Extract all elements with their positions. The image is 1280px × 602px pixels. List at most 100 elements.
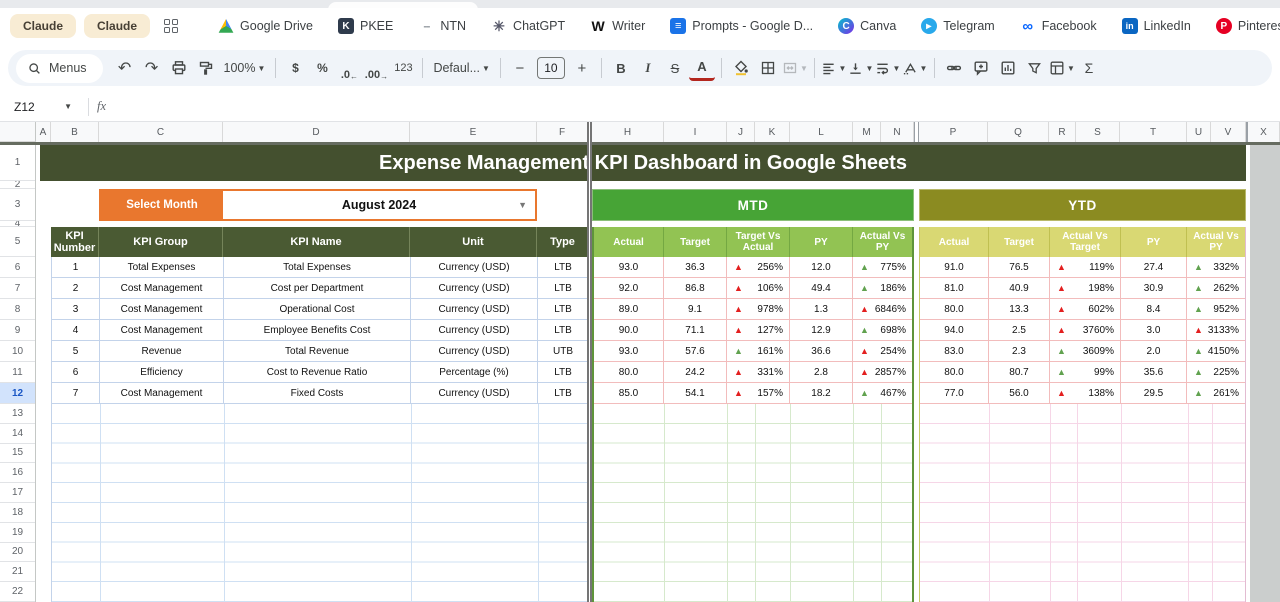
ytd-actual-vs-py-cell[interactable]: ▲ 262% [1187,278,1245,299]
ytd-header-cell[interactable]: Target [989,227,1050,257]
kpi-group-cell[interactable]: Efficiency [100,362,224,383]
kpi-number-cell[interactable]: 3 [52,299,100,320]
row-header[interactable]: 9 [0,320,35,341]
ytd-actual-vs-py-cell[interactable]: ▲ 952% [1187,299,1245,320]
bookmark[interactable]: PKEE [338,18,393,34]
ytd-actual-vs-py-cell[interactable]: ▲ 3133% [1187,320,1245,341]
mtd-target-vs-actual-cell[interactable]: ▲ 106% [727,278,790,299]
name-box[interactable]: Z12 ▼ [0,100,78,114]
mtd-actual-vs-py-cell[interactable]: ▲ 254% [853,341,912,362]
ytd-target-cell[interactable]: 76.5 [989,257,1050,278]
zoom-control[interactable]: 100%▼ [220,55,270,81]
row-header[interactable]: 19 [0,523,35,543]
mtd-target-vs-actual-cell[interactable]: ▲ 157% [727,383,790,404]
mtd-actual-vs-py-cell[interactable]: ▲ 2857% [853,362,912,383]
row-header[interactable]: 14 [0,424,35,444]
ytd-actual-cell[interactable]: 94.0 [920,320,989,341]
table-views-button[interactable]: ▼ [1049,55,1075,81]
tab-group-chip[interactable]: Claude [10,14,76,38]
kpi-unit-cell[interactable]: Currency (USD) [411,383,538,404]
mtd-target-vs-actual-cell[interactable]: ▲ 161% [727,341,790,362]
ytd-actual-vs-target-cell[interactable]: ▲ 3760% [1050,320,1121,341]
column-header[interactable]: S [1076,122,1120,142]
mtd-target-cell[interactable]: 24.2 [664,362,727,383]
row-header[interactable]: 22 [0,582,35,602]
tab-group-chip[interactable]: Claude [84,14,150,38]
mtd-target-cell[interactable]: 57.6 [664,341,727,362]
column-header[interactable]: T [1120,122,1187,142]
row-header[interactable]: 17 [0,483,35,503]
insert-chart-button[interactable] [995,55,1021,81]
kpi-unit-cell[interactable]: Currency (USD) [411,299,538,320]
ytd-py-cell[interactable]: 3.0 [1121,320,1187,341]
kpi-unit-cell[interactable]: Currency (USD) [411,257,538,278]
kpi-unit-cell[interactable]: Percentage (%) [411,362,538,383]
kpi-number-cell[interactable]: 7 [52,383,100,404]
column-header[interactable]: A [36,122,51,142]
ytd-py-cell[interactable]: 29.5 [1121,383,1187,404]
mtd-target-cell[interactable]: 54.1 [664,383,727,404]
row-header[interactable]: 18 [0,503,35,523]
ytd-target-cell[interactable]: 40.9 [989,278,1050,299]
ytd-target-cell[interactable]: 80.7 [989,362,1050,383]
kpi-header-cell[interactable]: KPI Group [99,227,223,257]
column-header[interactable]: Q [988,122,1049,142]
column-header[interactable]: B [51,122,99,142]
ytd-actual-cell[interactable]: 83.0 [920,341,989,362]
mtd-actual-cell[interactable]: 80.0 [594,362,664,383]
kpi-group-cell[interactable]: Cost Management [100,299,224,320]
mtd-py-cell[interactable]: 49.4 [790,278,853,299]
kpi-name-cell[interactable]: Cost per Department [224,278,411,299]
row-header[interactable]: 20 [0,543,35,563]
create-filter-button[interactable] [1022,55,1048,81]
kpi-name-cell[interactable]: Operational Cost [224,299,411,320]
horizontal-align-button[interactable]: ▼ [821,55,847,81]
bookmark[interactable]: LinkedIn [1122,18,1191,34]
bookmark[interactable]: Pinterest [1216,18,1280,34]
kpi-number-cell[interactable]: 2 [52,278,100,299]
mtd-target-vs-actual-cell[interactable]: ▲ 256% [727,257,790,278]
ytd-actual-cell[interactable]: 80.0 [920,299,989,320]
kpi-group-cell[interactable]: Cost Management [100,278,224,299]
select-all-corner[interactable] [0,122,36,142]
empty-grid-rows[interactable] [594,404,912,602]
mtd-actual-vs-py-cell[interactable]: ▲ 186% [853,278,912,299]
kpi-number-cell[interactable]: 1 [52,257,100,278]
text-wrap-button[interactable]: ▼ [875,55,901,81]
kpi-number-cell[interactable]: 6 [52,362,100,383]
font-size-input[interactable]: 10 [537,57,565,79]
mtd-target-vs-actual-cell[interactable]: ▲ 331% [727,362,790,383]
bookmark[interactable]: NTN [418,18,466,34]
ytd-py-cell[interactable]: 30.9 [1121,278,1187,299]
kpi-name-cell[interactable]: Total Revenue [224,341,411,362]
kpi-type-cell[interactable]: LTB [538,299,589,320]
row-header[interactable]: 13 [0,404,35,424]
kpi-group-cell[interactable]: Cost Management [100,383,224,404]
bookmark[interactable]: Telegram [921,18,994,34]
column-header[interactable]: N [881,122,914,142]
kpi-group-cell[interactable]: Revenue [100,341,224,362]
fill-color-button[interactable] [728,55,754,81]
ytd-header-cell[interactable]: PY [1121,227,1187,257]
mtd-target-vs-actual-cell[interactable]: ▲ 978% [727,299,790,320]
ytd-target-cell[interactable]: 13.3 [989,299,1050,320]
chevron-down-icon[interactable]: ▼ [518,200,527,210]
kpi-name-cell[interactable]: Fixed Costs [224,383,411,404]
bold-button[interactable]: B [608,55,634,81]
row-header[interactable]: 15 [0,444,35,464]
mtd-py-cell[interactable]: 12.0 [790,257,853,278]
column-header[interactable]: J [727,122,755,142]
bookmark[interactable]: Prompts - Google D... [670,18,813,34]
column-header[interactable]: I [664,122,727,142]
kpi-header-cell[interactable]: KPI Number [51,227,99,257]
column-header[interactable]: F [537,122,588,142]
text-rotation-button[interactable]: ▼ [902,55,928,81]
mtd-header-cell[interactable]: Target Vs Actual [727,227,790,257]
empty-grid-rows[interactable] [51,404,589,602]
more-formats-button[interactable]: 123 [390,55,416,81]
format-currency-button[interactable]: $ [282,55,308,81]
column-header[interactable]: D [223,122,410,142]
ytd-py-cell[interactable]: 27.4 [1121,257,1187,278]
kpi-type-cell[interactable]: LTB [538,362,589,383]
ytd-actual-vs-target-cell[interactable]: ▲ 119% [1050,257,1121,278]
